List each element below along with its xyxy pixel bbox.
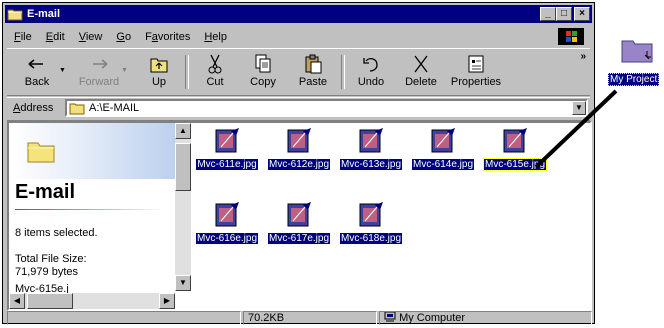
- menu-file[interactable]: File: [7, 31, 39, 43]
- forward-dropdown-icon[interactable]: ▼: [121, 67, 128, 74]
- delete-x-icon: [409, 53, 433, 75]
- address-value: A:\E-MAIL: [89, 102, 140, 114]
- folder-icon: [621, 37, 653, 63]
- menu-bar: File Edit View Go Favorites Help: [7, 27, 590, 46]
- folder-icon: [7, 7, 23, 21]
- jpg-image-icon: [213, 127, 241, 155]
- status-bar: 70.2KB My Computer: [7, 311, 592, 325]
- status-zone-label: My Computer: [399, 312, 466, 324]
- scroll-right-button[interactable]: ▶: [159, 293, 175, 309]
- address-label: Address: [13, 102, 54, 114]
- paste-clipboard-icon: [301, 53, 325, 75]
- status-panel-main: [7, 311, 241, 325]
- properties-button[interactable]: Properties: [447, 53, 505, 93]
- total-size-value: 71,979 bytes: [15, 266, 78, 278]
- file-name: Mvc-612e.jpg: [267, 159, 331, 170]
- file-item[interactable]: Mvc-617e.jpg: [263, 201, 335, 257]
- computer-icon: [384, 311, 396, 322]
- jpg-image-icon: [285, 127, 313, 155]
- menu-help[interactable]: Help: [197, 31, 234, 43]
- menu-edit[interactable]: Edit: [39, 31, 72, 43]
- folder-icon: [69, 102, 85, 115]
- paste-button[interactable]: Paste: [289, 53, 337, 93]
- status-zone: My Computer: [379, 311, 592, 325]
- file-name: Mvc-617e.jpg: [267, 233, 331, 244]
- toolbar-more-chevron[interactable]: »: [580, 51, 586, 62]
- jpg-image-icon: [501, 127, 529, 155]
- file-item[interactable]: Mvc-618e.jpg: [335, 201, 407, 257]
- forward-arrow-icon: [87, 53, 111, 75]
- jpg-image-icon: [285, 201, 313, 229]
- status-size: 70.2KB: [243, 311, 377, 325]
- up-button[interactable]: Up: [135, 53, 183, 93]
- jpg-image-icon: [213, 201, 241, 229]
- toolbar-separator: [185, 55, 189, 89]
- up-label: Up: [151, 76, 167, 88]
- delete-label: Delete: [405, 76, 437, 88]
- scroll-down-button[interactable]: ▼: [175, 275, 191, 291]
- toolbar: Back ▼ Forward ▼ Up Cut Copy Paste Undo …: [7, 48, 590, 96]
- up-folder-icon: [147, 53, 171, 75]
- web-view-pane: E-mail 8 items selected. Total File Size…: [9, 123, 175, 309]
- undo-button[interactable]: Undo: [347, 53, 395, 93]
- properties-label: Properties: [450, 76, 502, 88]
- forward-button[interactable]: Forward: [75, 53, 123, 93]
- title-bar[interactable]: E-mail _ □ ×: [5, 5, 592, 23]
- scroll-up-button[interactable]: ▲: [175, 123, 191, 139]
- toolbar-separator: [341, 55, 345, 89]
- address-input[interactable]: A:\E-MAIL ▼: [65, 99, 588, 117]
- maximize-button[interactable]: □: [556, 7, 572, 21]
- properties-icon: [464, 53, 488, 75]
- horizontal-scrollbar[interactable]: ◀ ▶: [9, 293, 175, 309]
- pane-title: E-mail: [15, 181, 76, 203]
- file-item[interactable]: Mvc-616e.jpg: [191, 201, 263, 257]
- scroll-thumb[interactable]: [175, 143, 191, 191]
- minimize-button[interactable]: _: [540, 7, 556, 21]
- file-name: Mvc-618e.jpg: [339, 233, 403, 244]
- scissors-icon: [203, 53, 227, 75]
- cut-button[interactable]: Cut: [191, 53, 239, 93]
- paste-label: Paste: [298, 76, 328, 88]
- back-arrow-icon: [25, 53, 49, 75]
- delete-button[interactable]: Delete: [397, 53, 445, 93]
- jpg-image-icon: [357, 201, 385, 229]
- file-name: Mvc-614e.jpg: [411, 159, 475, 170]
- forward-label: Forward: [78, 76, 120, 88]
- file-item[interactable]: Mvc-614e.jpg: [407, 127, 479, 183]
- copy-icon: [251, 53, 275, 75]
- annotation-arrow: [534, 89, 618, 169]
- close-button[interactable]: ×: [574, 7, 590, 21]
- file-name: Mvc-616e.jpg: [195, 233, 259, 244]
- undo-icon: [359, 53, 383, 75]
- folder-view: E-mail 8 items selected. Total File Size…: [7, 121, 592, 311]
- scroll-left-button[interactable]: ◀: [9, 293, 25, 309]
- address-bar: Address A:\E-MAIL ▼: [7, 97, 590, 121]
- menu-view[interactable]: View: [72, 31, 110, 43]
- file-name: Mvc-613e.jpg: [339, 159, 403, 170]
- hscroll-thumb[interactable]: [27, 293, 73, 309]
- selection-count: 8 items selected.: [15, 227, 98, 239]
- file-name: Mvc-611e.jpg: [196, 159, 258, 170]
- explorer-window: E-mail _ □ × File Edit View Go Favorites…: [2, 2, 595, 325]
- folder-icon: [27, 139, 55, 163]
- back-dropdown-icon[interactable]: ▼: [59, 67, 66, 74]
- undo-label: Undo: [357, 76, 385, 88]
- copy-button[interactable]: Copy: [239, 53, 287, 93]
- file-item[interactable]: Mvc-613e.jpg: [335, 127, 407, 183]
- pane-divider: [15, 209, 165, 210]
- file-item[interactable]: Mvc-611e.jpg: [191, 127, 263, 183]
- file-item[interactable]: Mvc-612e.jpg: [263, 127, 335, 183]
- menu-favorites[interactable]: Favorites: [138, 31, 197, 43]
- jpg-image-icon: [357, 127, 385, 155]
- back-label: Back: [24, 76, 50, 88]
- total-size-label: Total File Size:: [15, 253, 87, 265]
- window-title: E-mail: [27, 8, 61, 20]
- jpg-image-icon: [429, 127, 457, 155]
- vertical-scrollbar[interactable]: ▲ ▼: [175, 123, 191, 291]
- menu-go[interactable]: Go: [109, 31, 138, 43]
- windows-logo-icon: [558, 28, 584, 45]
- cut-label: Cut: [206, 76, 224, 88]
- back-button[interactable]: Back: [13, 53, 61, 93]
- copy-label: Copy: [250, 76, 276, 88]
